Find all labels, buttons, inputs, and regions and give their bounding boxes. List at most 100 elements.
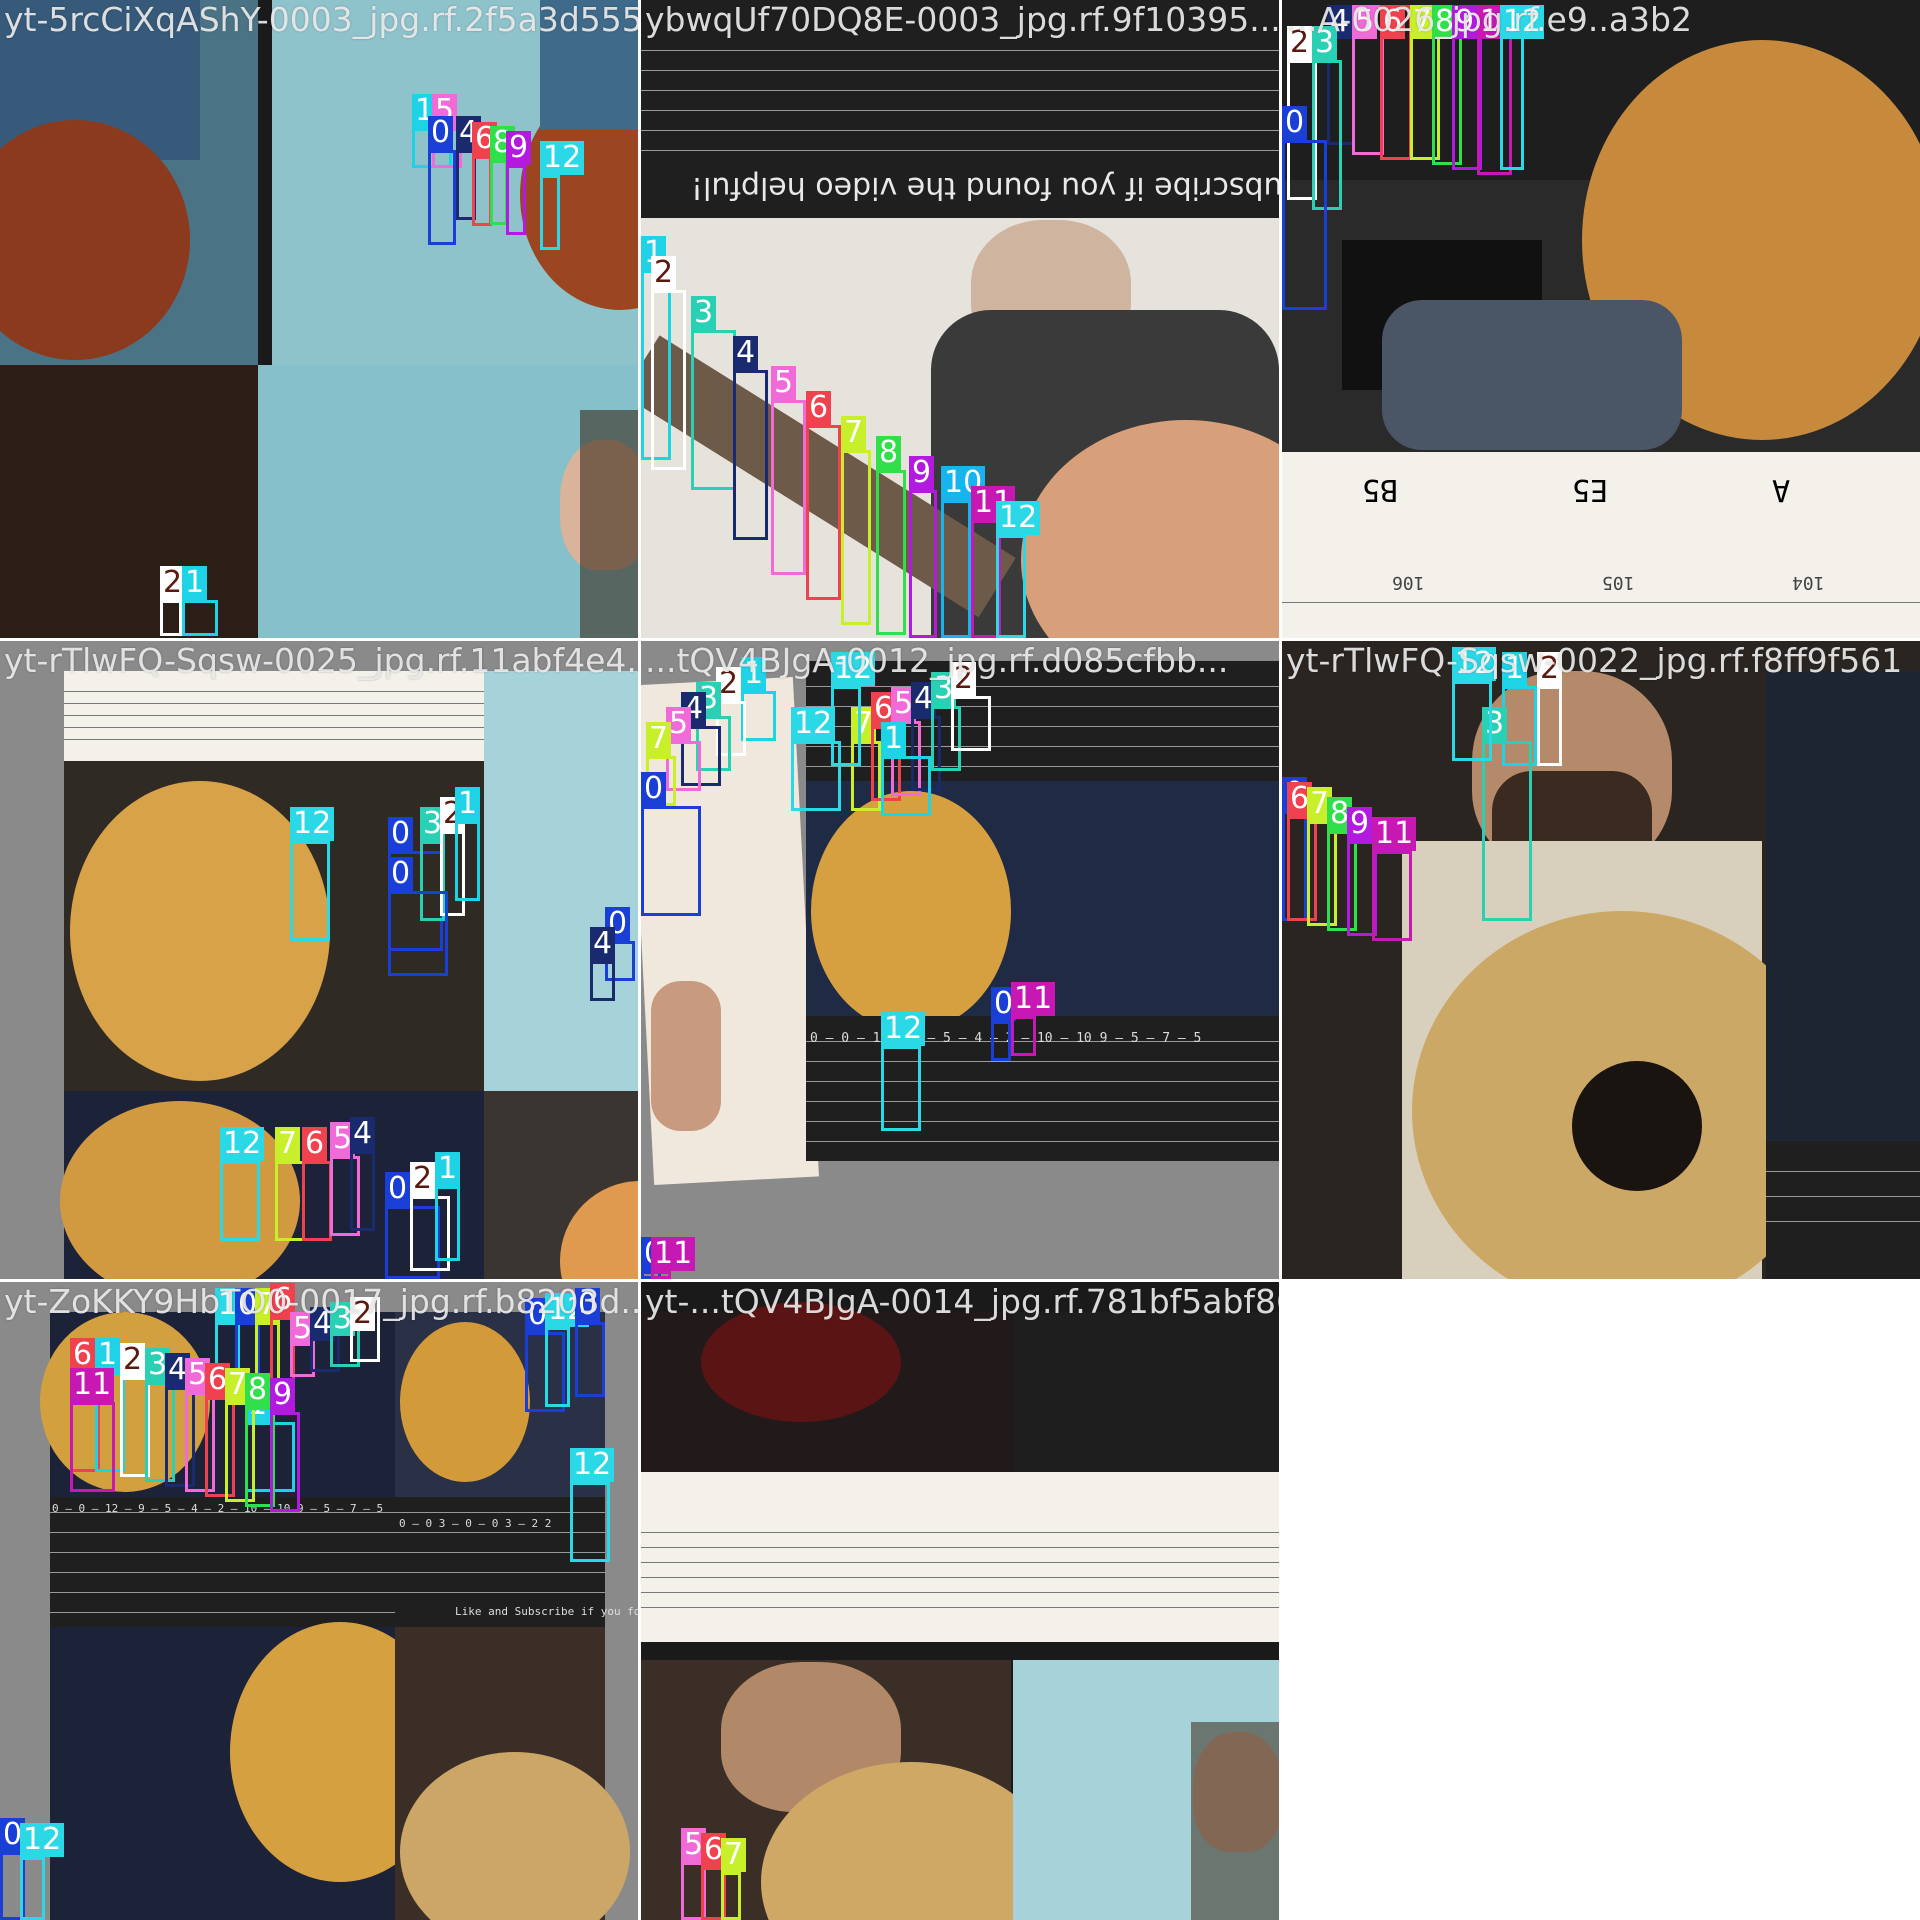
- detection-label: 12: [570, 1448, 615, 1482]
- tab-numbers: 0 — 0 — 12 — 9 — 5 — 4 — 2 — 10 — 10 9 —…: [52, 1502, 384, 1515]
- panel-gap: [258, 0, 272, 365]
- tile-title: yt-ZoKKY9HbTO0-0017_jpg.rf.b8203d...: [4, 1282, 638, 1321]
- detection-label: 11: [1372, 817, 1417, 851]
- detection-box: [881, 756, 931, 816]
- detection-label: 0: [388, 857, 414, 891]
- detection-box: [302, 1161, 332, 1241]
- detection-box: [831, 686, 861, 766]
- detection-box: [220, 1161, 260, 1241]
- detection-label: 4: [350, 1117, 376, 1151]
- soundhole: [1572, 1061, 1702, 1191]
- detection-box: [733, 370, 768, 540]
- detection-label: 6: [806, 391, 832, 425]
- tile-title: yt-rTlwFQ-Sqsw-0025_jpg.rf.11abf4e4...: [4, 641, 638, 680]
- detection-label: 7: [721, 1838, 747, 1872]
- empty-tile: [1282, 1282, 1920, 1920]
- tile-title: yt-rTlwFQ-Sqsw-0022_jpg.rf.f8ff9f561: [1286, 641, 1903, 680]
- detection-label: 0: [641, 772, 667, 806]
- jeans: [1382, 300, 1682, 450]
- detection-label: 9: [1347, 807, 1373, 841]
- detection-box: [545, 1327, 570, 1407]
- detection-box: [20, 1857, 45, 1920]
- detection-box: [1282, 140, 1327, 310]
- detection-label: 12: [791, 707, 836, 741]
- detection-box: [575, 1322, 605, 1397]
- detection-label: 9: [270, 1378, 296, 1412]
- detection-box: [70, 1402, 115, 1492]
- detection-label: 9: [506, 131, 532, 165]
- detection-label: 0: [388, 817, 414, 851]
- detection-box: [651, 1271, 671, 1279]
- detection-box: [590, 961, 615, 1001]
- detection-box: [721, 1872, 741, 1920]
- detection-label: 0: [428, 116, 454, 150]
- tab-staff: A E5 B5 104 105 106: [1282, 452, 1920, 638]
- detection-label: 7: [275, 1127, 301, 1161]
- detection-label: 4: [733, 336, 759, 370]
- detection-box: [771, 400, 806, 575]
- detection-label: 1: [435, 1152, 461, 1186]
- measure-number: 105: [1602, 572, 1635, 593]
- detection-box: [881, 1046, 921, 1131]
- detection-box: [388, 891, 448, 976]
- detection-box: [182, 600, 218, 636]
- detection-label: 0: [1282, 106, 1308, 140]
- detection-box: [570, 1482, 610, 1562]
- detection-box: [540, 175, 560, 250]
- detection-label: 8: [245, 1373, 271, 1407]
- detection-label: 2: [120, 1343, 146, 1377]
- detection-box: [270, 1412, 300, 1512]
- hand: [651, 981, 721, 1131]
- subscribe-caption: Like and Subscribe if you found th: [455, 1605, 638, 1618]
- detection-label: 3: [691, 296, 717, 330]
- mosaic-tile: yt-...tQV4BJgA-0014_jpg.rf.781bf5abf864c: [641, 1282, 1279, 1920]
- chord-label: E5: [1572, 472, 1609, 507]
- tile-title: yt-...tQV4BJgA-0014_jpg.rf.781bf5abf864c: [645, 1282, 1279, 1321]
- detection-label: 1: [881, 722, 907, 756]
- detection-label: 12: [290, 807, 335, 841]
- tile-title: ybwqUf70DQ8E-0003_jpg.rf.9f10395...: [645, 0, 1279, 39]
- detection-label: 11: [70, 1368, 115, 1402]
- detection-box: [350, 1151, 375, 1231]
- detection-label: 12: [220, 1127, 265, 1161]
- tab-staff: [641, 1472, 1279, 1642]
- chord-label: B5: [1362, 472, 1399, 507]
- detection-box: [741, 691, 776, 741]
- detection-label: 5: [771, 366, 797, 400]
- detection-label: 7: [646, 722, 672, 756]
- detection-label: 4: [590, 927, 616, 961]
- detection-label: 12: [20, 1823, 65, 1857]
- detection-box: [996, 535, 1026, 638]
- detection-box: [472, 156, 492, 226]
- detection-box: [290, 841, 330, 941]
- detection-box: [941, 500, 971, 638]
- detection-label: 6: [302, 1127, 328, 1161]
- detection-box: [651, 290, 686, 470]
- detection-box: [1011, 1016, 1036, 1056]
- detection-label: 9: [909, 456, 935, 490]
- tab-numbers: 0 — 0 3 — 0 — 0 3 — 2 2: [399, 1517, 552, 1530]
- mosaic-tile: yt-rTlwFQ-Sqsw-0022_jpg.rf.f8ff9f561: [1282, 641, 1920, 1279]
- detection-box: [909, 490, 937, 638]
- detection-box: [641, 806, 701, 916]
- detection-box: [506, 165, 526, 235]
- detection-label: 0: [385, 1172, 411, 1206]
- detection-label: 12: [881, 1012, 926, 1046]
- detection-box: [951, 696, 991, 751]
- detection-box: [691, 330, 736, 490]
- detection-label: 1: [455, 787, 481, 821]
- tile-title: ...tQV4BJgA-0012_jpg.rf.d085cfbb...: [645, 641, 1229, 680]
- detection-box: [876, 470, 906, 635]
- detection-box: [275, 1161, 305, 1241]
- mosaic-tile: yt-5rcCiXqAShY-0003_jpg.rf.2f5a3d555986f…: [0, 0, 638, 638]
- tile-title: yt-5rcCiXqAShY-0003_jpg.rf.2f5a3d555986f…: [4, 0, 638, 39]
- detection-box: [991, 1021, 1011, 1061]
- detection-box: [806, 425, 841, 600]
- detection-label: 11: [1011, 982, 1056, 1016]
- detection-label: 11: [651, 1237, 696, 1271]
- detection-label: 1: [182, 566, 208, 600]
- hair: [580, 410, 638, 638]
- detection-box: [841, 450, 871, 625]
- detection-label: 2: [410, 1162, 436, 1196]
- detection-box: [428, 150, 456, 245]
